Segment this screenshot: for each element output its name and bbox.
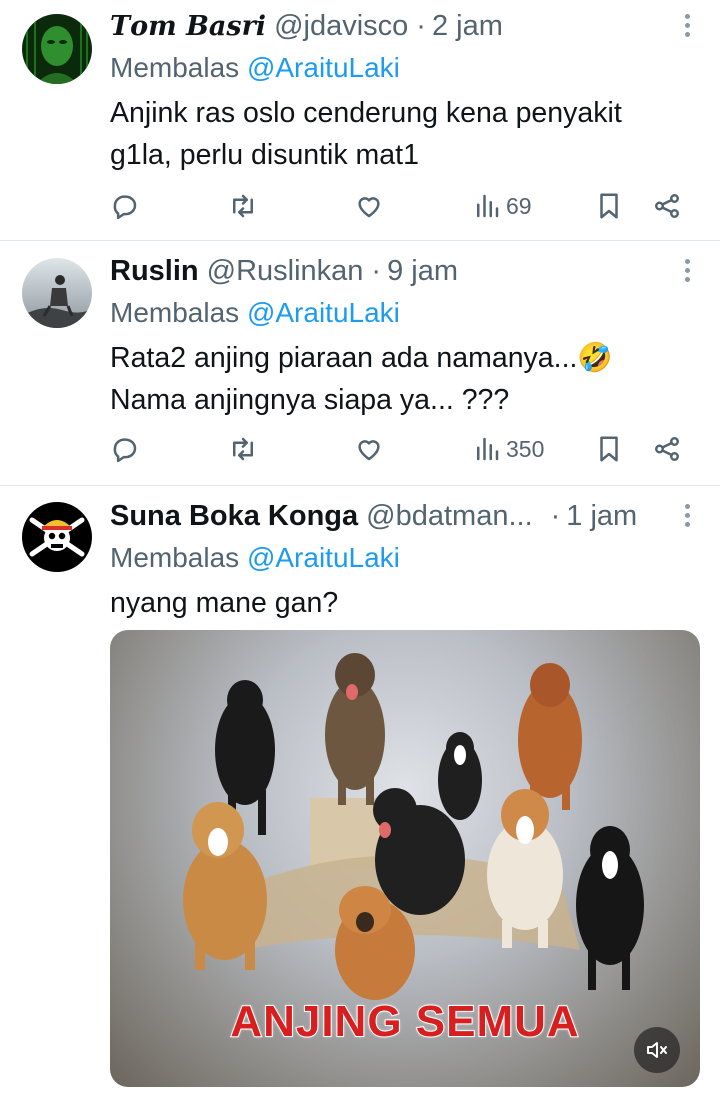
reply-icon — [113, 195, 137, 220]
retweet-icon — [233, 437, 253, 461]
action-bar: 350 — [110, 427, 700, 471]
views-count: 350 — [506, 435, 545, 462]
user-handle[interactable]: @bdatman... — [366, 500, 532, 533]
views-icon — [477, 194, 499, 218]
mute-button[interactable] — [634, 1027, 680, 1073]
reply-prefix: Membalas — [110, 297, 240, 328]
reply-context: Membalas @AraituLaki — [110, 538, 702, 578]
display-name[interactable]: 𝑻𝒐𝒎 𝑩𝒂𝒔𝒓𝒊 — [110, 11, 266, 42]
share-button[interactable] — [652, 427, 682, 471]
reply-context: Membalas @AraituLaki — [110, 293, 702, 333]
separator-dot: · — [416, 9, 426, 42]
tweet-text: Anjink ras oslo cenderung kena penyakit … — [110, 97, 622, 171]
reply-mention[interactable]: @AraituLaki — [247, 542, 400, 573]
reply-mention[interactable]: @AraituLaki — [247, 52, 400, 83]
display-name[interactable]: Ruslin — [110, 255, 199, 288]
like-button[interactable] — [354, 184, 384, 228]
reply-prefix: Membalas — [110, 542, 240, 573]
like-icon — [358, 197, 380, 218]
bookmark-icon — [600, 436, 618, 462]
tweet-media-image[interactable]: ANJING SEMUA — [110, 630, 700, 1087]
reply-icon — [113, 438, 137, 463]
tweet-1[interactable]: 𝑻𝒐𝒎 𝑩𝒂𝒔𝒓𝒊 @jdavisco · 2 jam Membalas @Ar… — [0, 0, 720, 240]
timestamp[interactable]: 2 jam — [432, 10, 503, 43]
share-icon — [655, 437, 679, 461]
tweet-2[interactable]: Ruslin @Ruslinkan · 9 jam Membalas @Arai… — [0, 241, 720, 485]
avatar[interactable] — [22, 502, 92, 572]
like-button[interactable] — [354, 427, 384, 471]
display-name[interactable]: Suna Boka Konga — [110, 500, 358, 533]
more-icon[interactable] — [684, 259, 690, 285]
mute-icon — [647, 1042, 667, 1058]
user-handle[interactable]: @Ruslinkan — [207, 255, 364, 288]
tweet-text: Rata2 anjing piaraan ada namanya...🤣 Nam… — [110, 342, 613, 416]
retweet-button[interactable] — [228, 427, 258, 471]
views-icon — [477, 437, 499, 461]
views-count: 69 — [506, 192, 532, 219]
avatar[interactable] — [22, 14, 92, 84]
bookmark-icon — [600, 193, 618, 219]
more-icon[interactable] — [684, 14, 690, 40]
retweet-icon — [233, 194, 253, 218]
retweet-button[interactable] — [228, 184, 258, 228]
user-handle[interactable]: @jdavisco — [274, 10, 408, 43]
bookmark-button[interactable] — [594, 184, 624, 228]
reply-context: Membalas @AraituLaki — [110, 48, 702, 88]
reply-button[interactable] — [110, 184, 140, 228]
reply-button[interactable] — [110, 427, 140, 471]
separator-dot: · — [550, 499, 561, 532]
more-icon[interactable] — [684, 504, 690, 530]
share-button[interactable] — [652, 184, 682, 228]
separator-dot: · — [371, 254, 382, 287]
reply-mention[interactable]: @AraituLaki — [247, 297, 400, 328]
timestamp[interactable]: 9 jam — [387, 255, 458, 288]
tweet-text: nyang mane gan? — [110, 587, 339, 619]
views-button[interactable]: 69 — [472, 184, 532, 228]
reply-prefix: Membalas — [110, 52, 240, 83]
timestamp[interactable]: 1 jam — [566, 500, 637, 533]
views-button[interactable]: 350 — [472, 427, 544, 471]
like-icon — [358, 440, 380, 461]
share-icon — [655, 194, 679, 218]
image-caption: ANJING SEMUA — [229, 996, 580, 1047]
action-bar: 69 — [110, 184, 700, 228]
bookmark-button[interactable] — [594, 427, 624, 471]
avatar[interactable] — [22, 258, 92, 328]
